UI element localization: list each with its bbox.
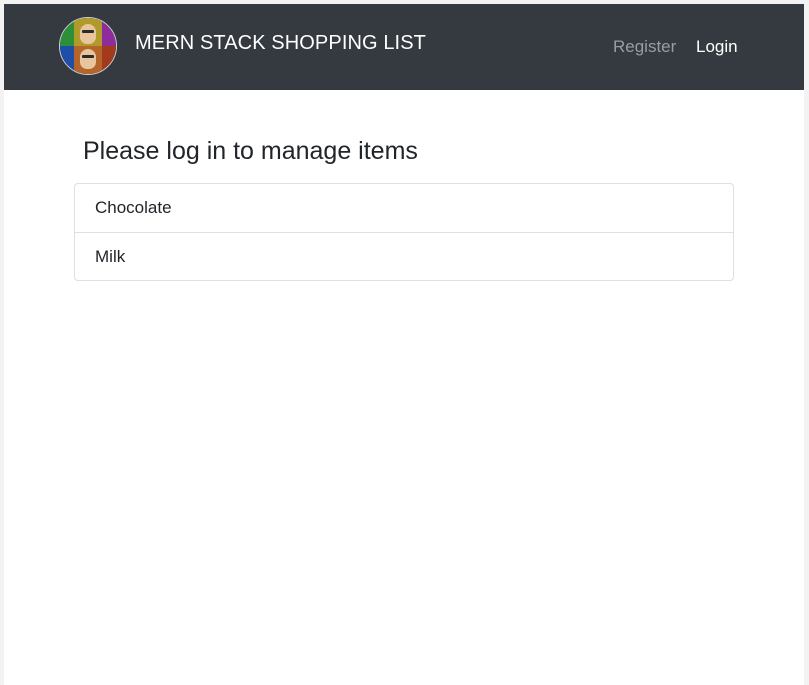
register-link[interactable]: Register: [613, 37, 676, 57]
login-link[interactable]: Login: [696, 37, 738, 57]
app-window: MERN STACK SHOPPING LIST Register Login …: [4, 4, 804, 685]
list-item-milk: Milk: [75, 232, 733, 280]
shopping-list: Chocolate Milk: [74, 183, 734, 281]
navbar: MERN STACK SHOPPING LIST Register Login: [4, 4, 804, 90]
page-heading: Please log in to manage items: [83, 137, 418, 165]
brand-title[interactable]: MERN STACK SHOPPING LIST: [135, 32, 426, 55]
brand-logo-avatar[interactable]: [59, 17, 117, 75]
list-item-chocolate: Chocolate: [95, 198, 172, 217]
